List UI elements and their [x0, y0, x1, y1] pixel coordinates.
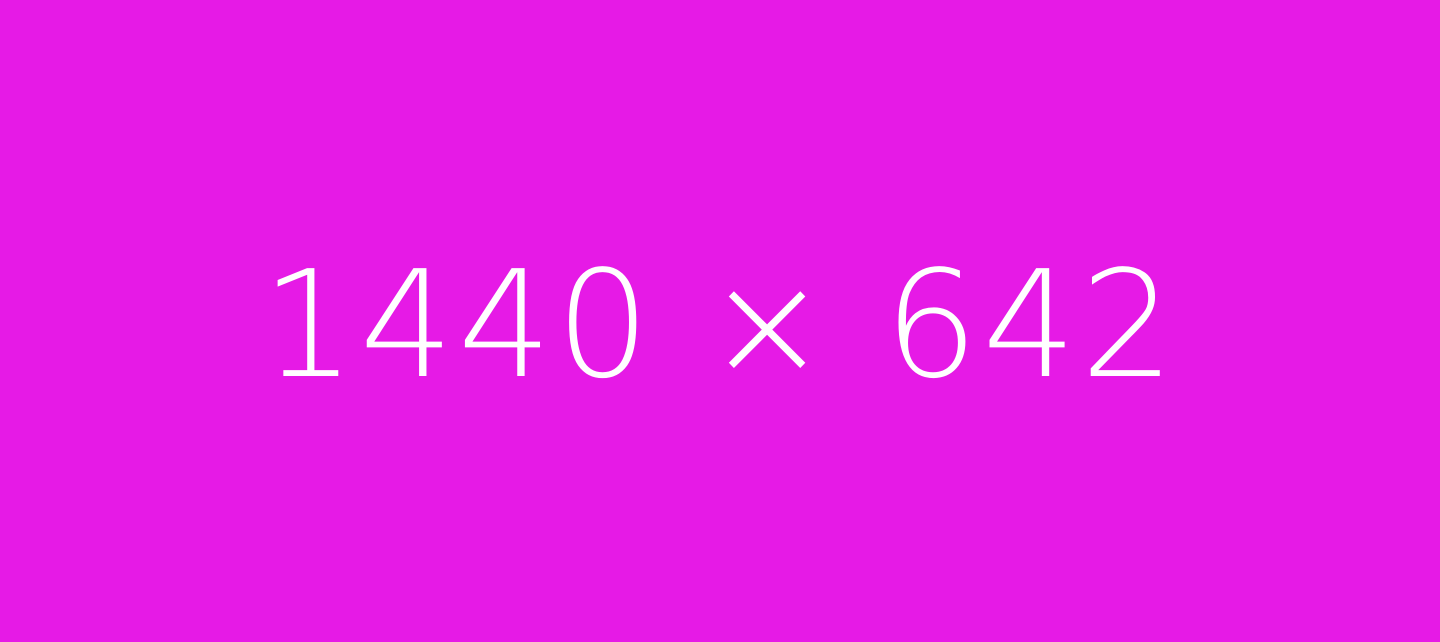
dimensions-label: 1440 × 642 — [261, 239, 1179, 411]
placeholder-canvas: 1440 × 642 — [0, 0, 1440, 642]
